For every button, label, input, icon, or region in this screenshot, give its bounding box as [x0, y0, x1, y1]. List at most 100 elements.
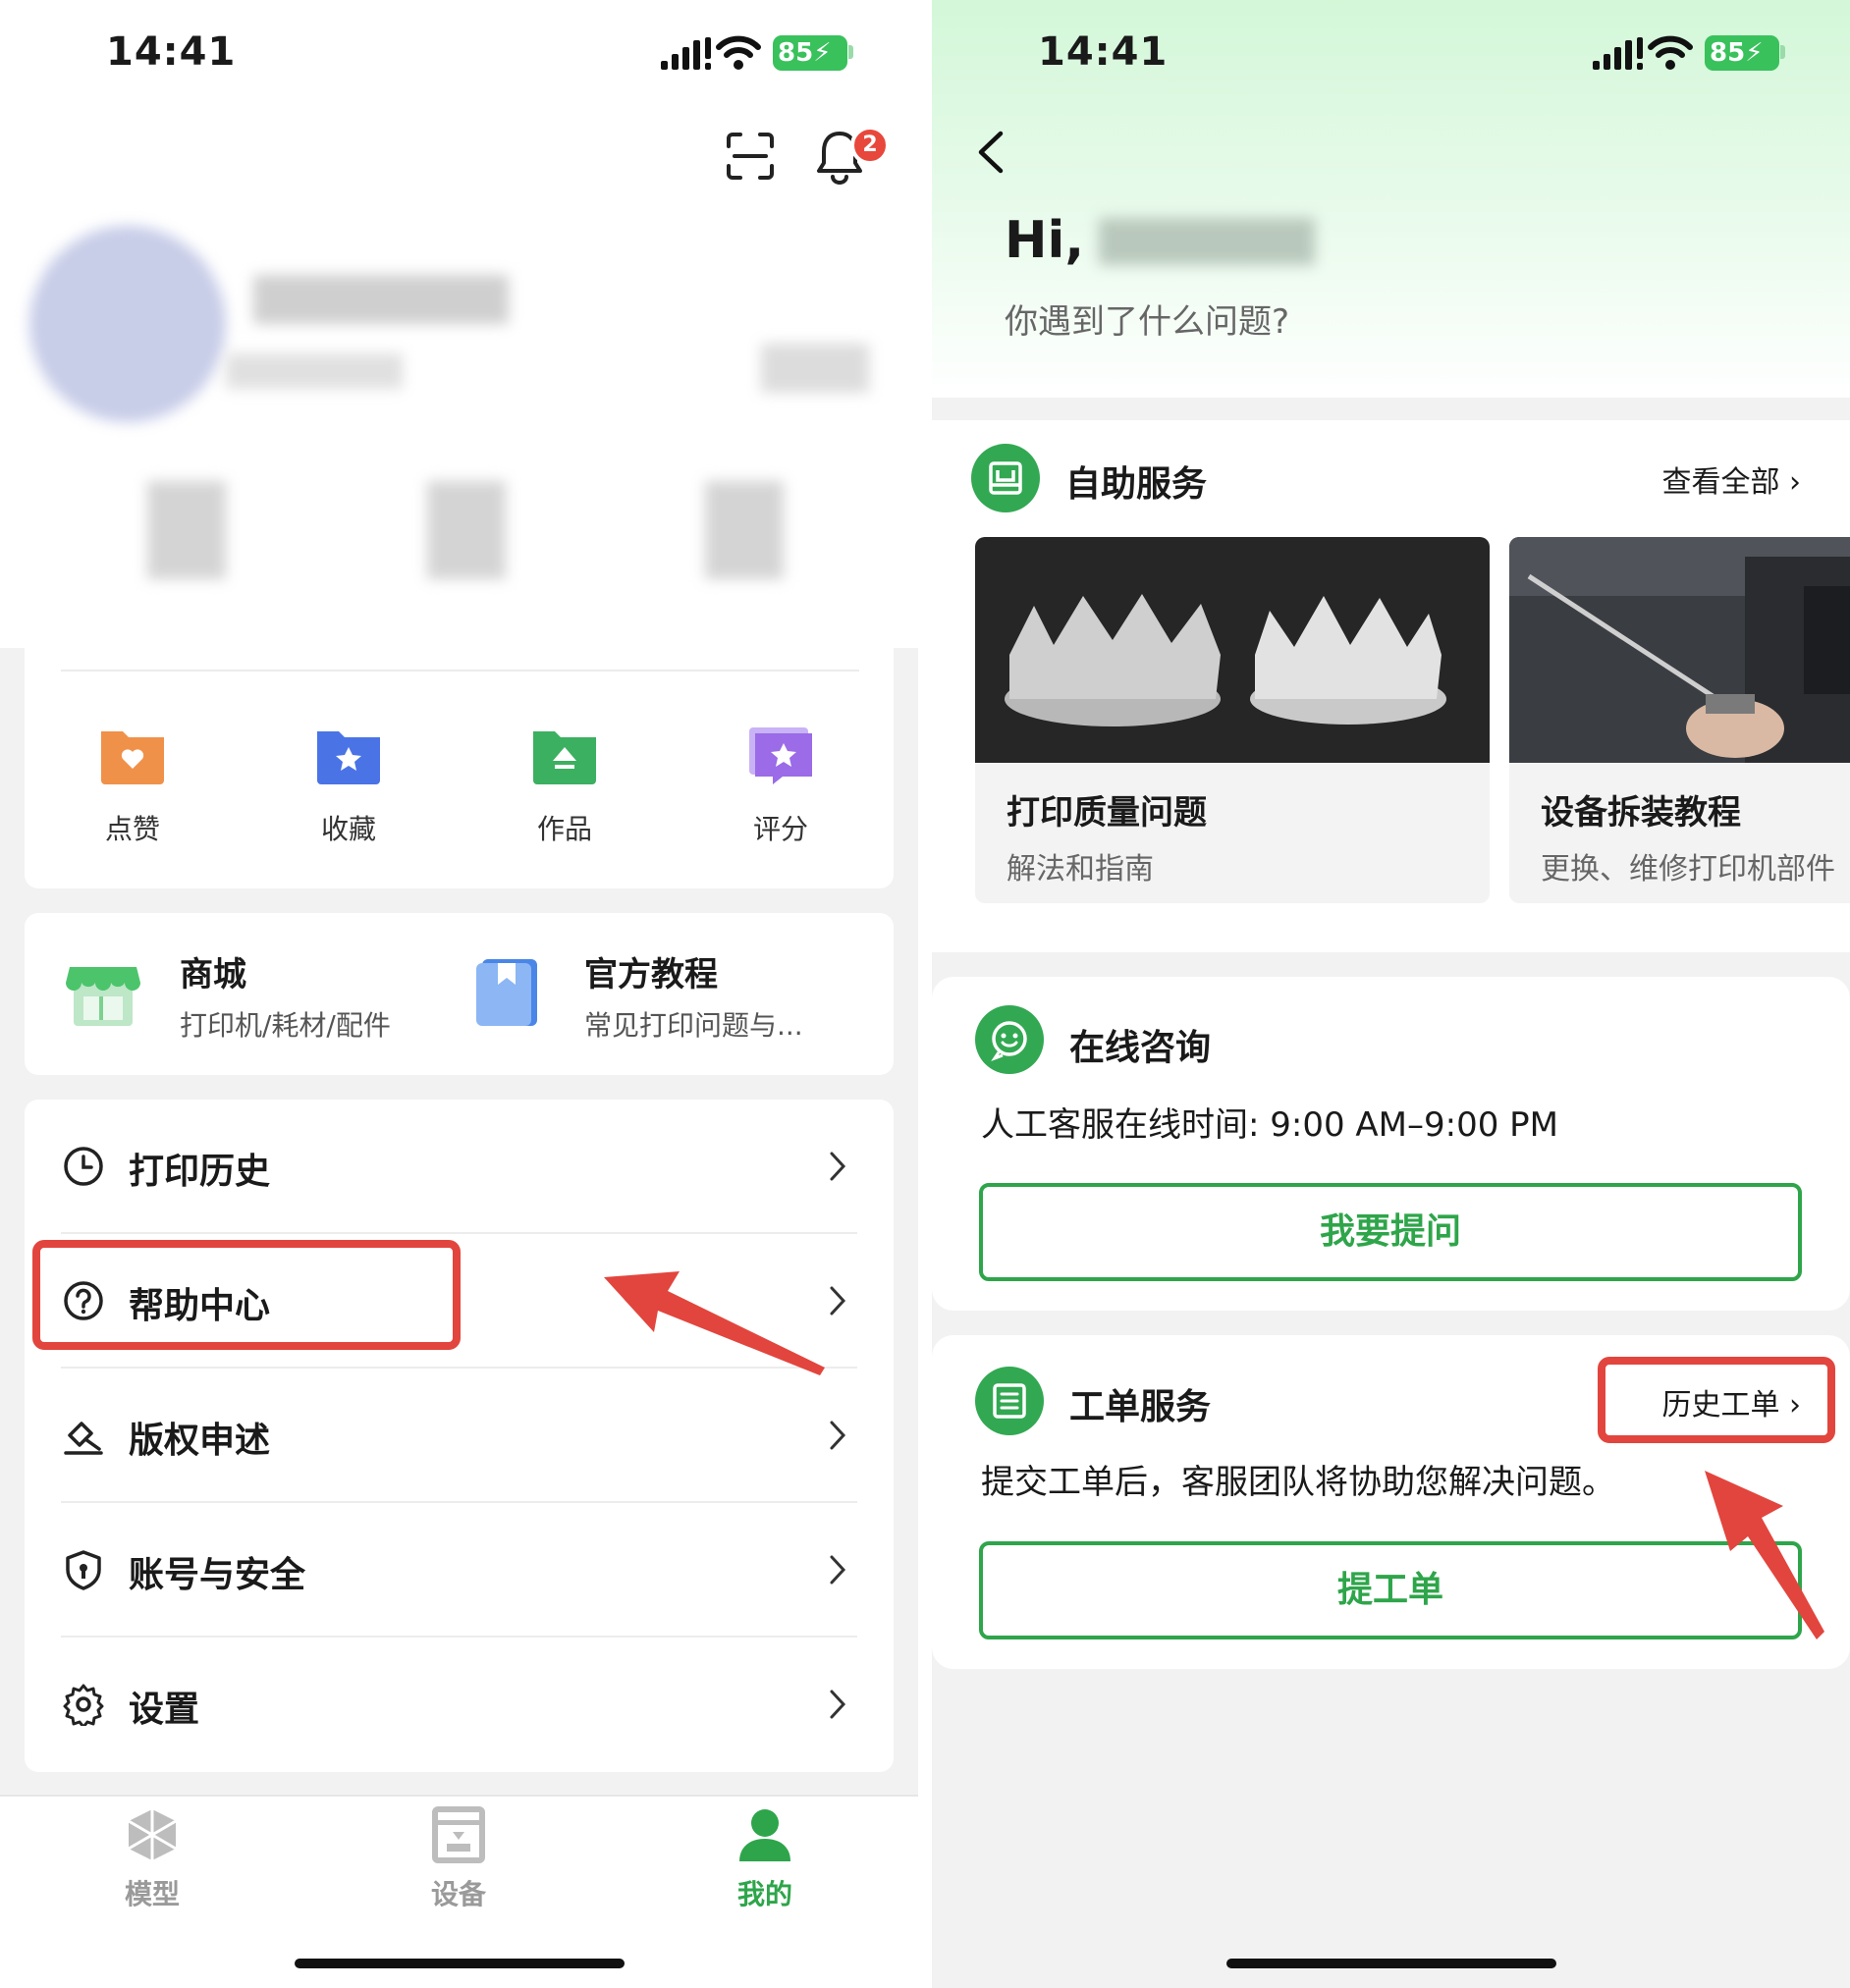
quick-action-label: 评分 — [752, 813, 808, 845]
quick-action-favorites[interactable]: 收藏 — [290, 722, 408, 847]
tab-me[interactable]: 我的 — [706, 1806, 824, 1912]
tab-bar: 模型 设备 我的 — [0, 1795, 918, 1988]
gavel-icon — [64, 1422, 103, 1455]
page-background — [932, 1669, 1850, 1988]
printer-repair-photo — [1509, 537, 1850, 763]
back-arrow-icon[interactable] — [973, 128, 1008, 177]
highlight-box-help-center — [32, 1240, 461, 1350]
menu-item-label: 设置 — [129, 1690, 200, 1730]
crown-photo — [975, 537, 1490, 763]
battery-tip — [1780, 45, 1785, 59]
tutorial-title: 官方教程 — [584, 955, 718, 994]
ticket-title: 工单服务 — [1069, 1387, 1212, 1427]
profile-link-redacted[interactable] — [761, 344, 869, 393]
tab-models[interactable]: 模型 — [93, 1806, 211, 1912]
quick-action-label: 点赞 — [104, 813, 160, 845]
ticket-description: 提交工单后，客服团队将协助您解决问题。 — [981, 1463, 1615, 1502]
tab-devices[interactable]: 设备 — [400, 1806, 517, 1912]
tile-title: 打印质量问题 — [1007, 793, 1207, 833]
stat-followers[interactable] — [427, 481, 506, 579]
chevron-right-icon — [830, 1690, 846, 1719]
battery-indicator: 85⚡ — [773, 35, 847, 71]
shortcuts-card: 商城 打印机/耗材/配件 官方教程 常见打印问题与... — [25, 913, 894, 1075]
tab-label: 我的 — [736, 1878, 792, 1910]
submit-ticket-button[interactable]: 提工单 — [979, 1541, 1802, 1639]
store-icon — [66, 967, 140, 1026]
chevron-right-icon — [830, 1421, 846, 1450]
tab-label: 模型 — [124, 1878, 180, 1910]
quick-action-label: 收藏 — [320, 813, 376, 845]
chevron-right-icon — [830, 1286, 846, 1316]
quick-actions-card: 点赞 收藏 作品 评分 — [25, 648, 894, 888]
consult-hours: 人工客服在线时间: 9:00 AM–9:00 PM — [981, 1105, 1559, 1145]
home-indicator — [1226, 1959, 1556, 1968]
stat-likes[interactable] — [705, 481, 784, 579]
ticket-section-icon — [975, 1367, 1044, 1435]
shield-icon — [66, 1550, 101, 1590]
gear-icon — [63, 1684, 104, 1726]
highlight-box-history-tickets — [1598, 1357, 1835, 1443]
tile-title: 设备拆装教程 — [1541, 793, 1741, 833]
menu-item-label: 账号与安全 — [129, 1555, 306, 1595]
annotation-arrow — [604, 1271, 825, 1375]
cube-icon — [128, 1809, 177, 1860]
username-redacted — [1099, 218, 1315, 265]
user-icon — [739, 1809, 790, 1861]
tile-subtitle: 解法和指南 — [1007, 852, 1154, 887]
menu-list: 打印历史 帮助中心 版权申述 账号与安全 设置 — [25, 1100, 894, 1772]
profile-screen: 14:41 85⚡ 2 点赞 收藏 作品 评分 商城 打印机/耗材/配件 官方教… — [0, 0, 918, 1988]
menu-item-account-security[interactable]: 账号与安全 — [25, 1503, 894, 1638]
status-bar: 14:41 85⚡ — [0, 0, 918, 108]
wifi-icon — [1648, 35, 1693, 70]
quick-action-likes[interactable]: 点赞 — [74, 722, 191, 847]
tile-device-disassembly[interactable]: 设备拆装教程 更换、维修打印机部件 — [1509, 537, 1850, 903]
battery-indicator: 85⚡ — [1705, 35, 1779, 71]
star-folder-icon — [317, 731, 380, 784]
cellular-signal-icon — [1593, 37, 1643, 70]
tile-print-quality[interactable]: 打印质量问题 解法和指南 — [975, 537, 1490, 903]
help-center-screen: 14:41 85⚡ Hi, 你遇到了什么问题? 自助服务 查看全部 › 打印质量… — [932, 0, 1850, 1988]
wifi-icon — [716, 35, 761, 70]
notification-badge: 2 — [850, 126, 890, 165]
chevron-right-icon — [830, 1555, 846, 1585]
status-bar: 14:41 85⚡ — [932, 0, 1850, 108]
menu-item-label: 版权申述 — [129, 1421, 271, 1461]
home-indicator — [295, 1959, 625, 1968]
self-service-section-icon — [971, 444, 1040, 512]
chevron-right-icon — [830, 1152, 846, 1181]
consult-title: 在线咨询 — [1069, 1028, 1212, 1068]
menu-item-settings[interactable]: 设置 — [25, 1638, 894, 1772]
stat-following[interactable] — [147, 481, 226, 579]
tutorial-book-icon — [476, 959, 537, 1026]
username-redacted — [253, 275, 509, 324]
list-icon — [993, 1383, 1026, 1419]
quick-action-works[interactable]: 作品 — [506, 722, 624, 847]
mall-subtitle: 打印机/耗材/配件 — [180, 1009, 391, 1042]
status-time: 14:41 — [1038, 29, 1169, 75]
mall-title: 商城 — [180, 955, 246, 994]
book-icon — [989, 461, 1022, 495]
menu-item-label: 打印历史 — [129, 1152, 271, 1192]
upload-folder-icon — [533, 731, 596, 784]
tile-subtitle: 更换、维修打印机部件 — [1541, 852, 1835, 887]
consult-section-icon — [975, 1005, 1044, 1074]
ask-question-button[interactable]: 我要提问 — [979, 1183, 1802, 1281]
user-id-redacted — [226, 353, 403, 389]
quick-action-label: 作品 — [536, 813, 592, 845]
tab-label: 设备 — [430, 1878, 486, 1910]
greeting-question: 你遇到了什么问题? — [1005, 302, 1290, 342]
scan-icon[interactable] — [725, 131, 776, 182]
rating-star-icon — [749, 727, 812, 784]
quick-action-ratings[interactable]: 评分 — [722, 722, 840, 847]
avatar[interactable] — [29, 226, 226, 422]
annotation-arrow — [1705, 1471, 1824, 1639]
cellular-signal-icon — [661, 37, 711, 70]
clock-icon — [64, 1147, 103, 1186]
see-all-link[interactable]: 查看全部 › — [1661, 457, 1801, 501]
divider — [61, 670, 859, 672]
menu-item-print-history[interactable]: 打印历史 — [25, 1100, 894, 1234]
printer-icon — [432, 1806, 485, 1863]
status-time: 14:41 — [106, 29, 237, 75]
battery-tip — [848, 45, 853, 59]
tutorial-subtitle: 常见打印问题与... — [584, 1009, 803, 1042]
